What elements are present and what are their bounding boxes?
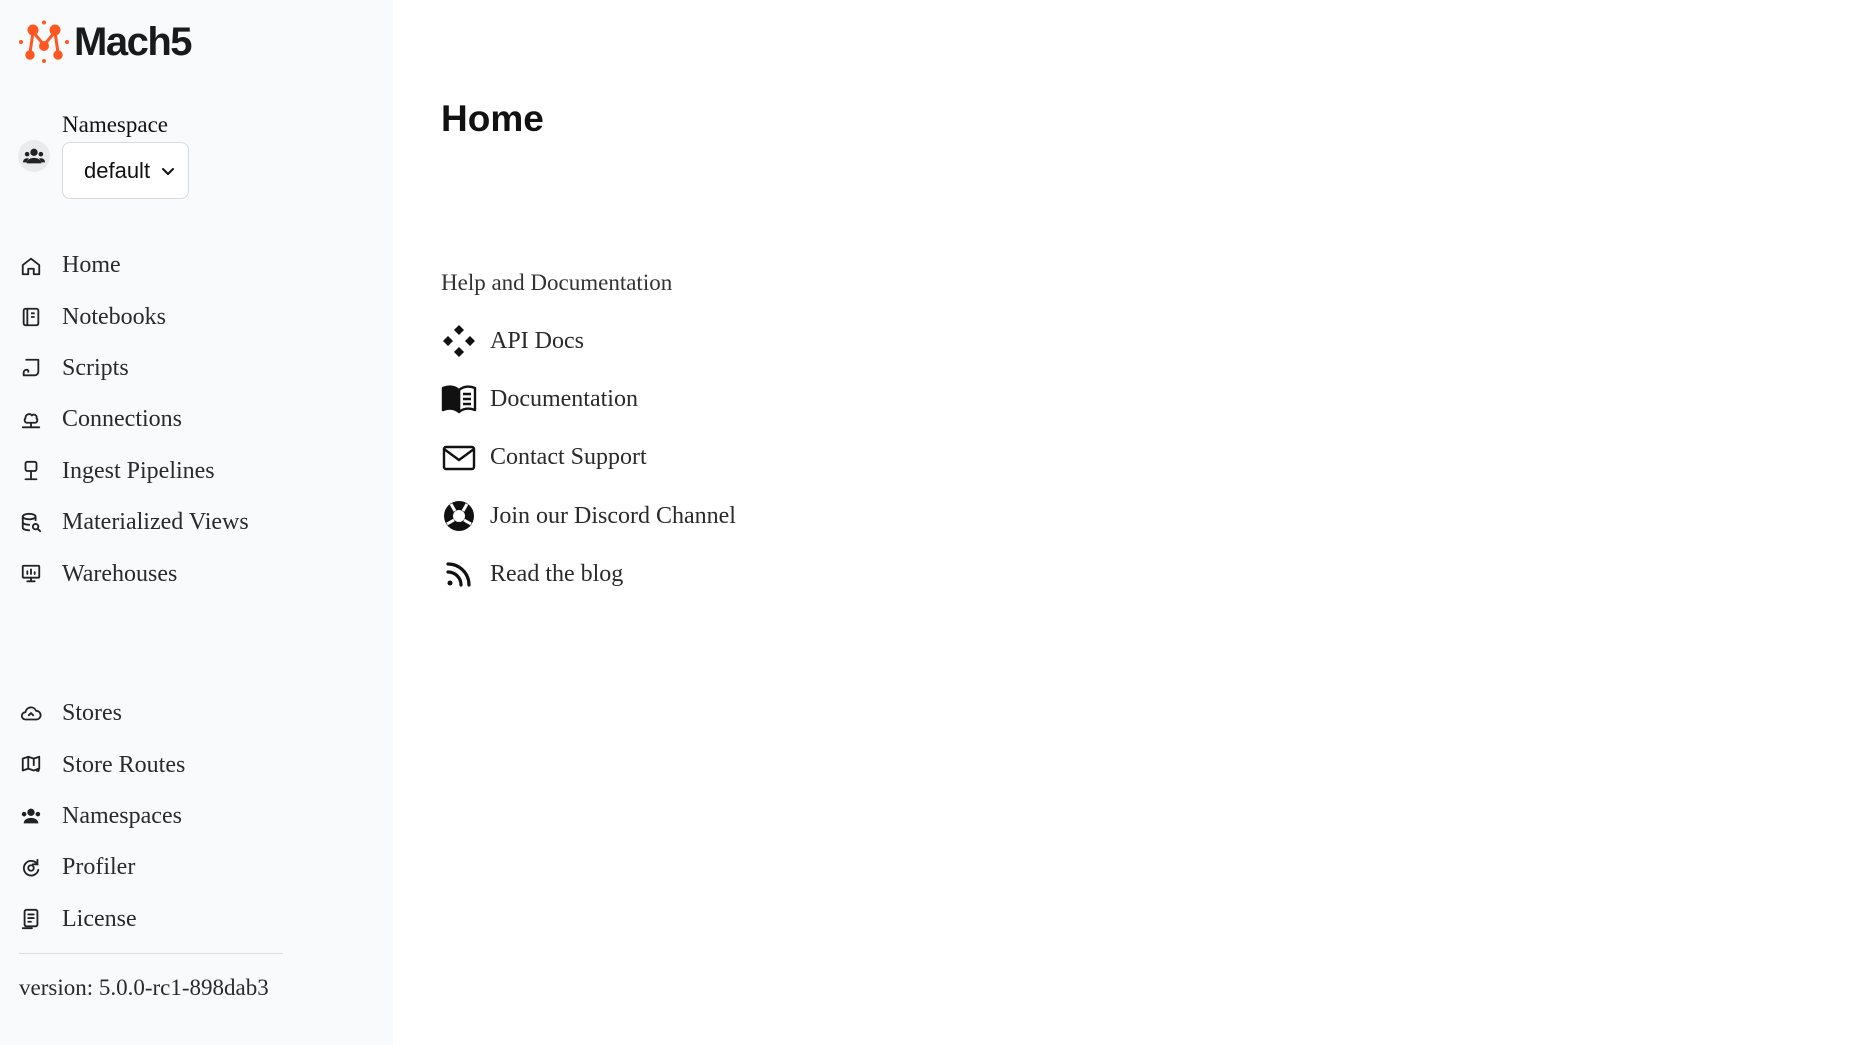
help-link-discord[interactable]: Join our Discord Channel — [441, 487, 736, 545]
pipeline-icon — [18, 458, 44, 484]
help-link-label: API Docs — [490, 327, 584, 354]
namespace-picker: Namespace default — [18, 112, 189, 199]
help-link-contact-support[interactable]: Contact Support — [441, 429, 736, 487]
users-icon — [18, 139, 50, 172]
help-link-label: Join our Discord Channel — [490, 502, 736, 529]
warehouse-icon — [18, 561, 44, 587]
brand-name: Mach5 — [74, 20, 193, 64]
nav-item-license[interactable]: License — [18, 894, 185, 945]
namespace-select[interactable]: default — [62, 142, 189, 199]
nav-item-label: Store Routes — [62, 751, 186, 778]
chevron-down-icon — [162, 167, 174, 175]
help-link-label: Documentation — [490, 385, 638, 412]
namespace-label: Namespace — [62, 112, 168, 137]
mach5-logo-icon — [19, 20, 69, 63]
license-icon — [18, 906, 44, 932]
home-icon — [18, 253, 44, 279]
page-title: Home — [441, 98, 544, 139]
nav-item-materialized-views[interactable]: Materialized Views — [18, 497, 249, 548]
version-text: version: 5.0.0-rc1-898dab3 — [19, 975, 269, 1000]
notebook-icon — [18, 304, 44, 330]
help-link-blog[interactable]: Read the blog — [441, 545, 736, 603]
nav-item-label: Connections — [62, 406, 182, 433]
help-links: API Docs Documentation Contact Support J… — [441, 312, 736, 603]
sidebar: Mach5 Namespace default Home Notebooks S… — [0, 0, 393, 1045]
nav-item-warehouses[interactable]: Warehouses — [18, 548, 249, 599]
nav-item-ingest-pipelines[interactable]: Ingest Pipelines — [18, 446, 249, 497]
rss-icon — [441, 556, 477, 592]
nav-item-label: License — [62, 905, 137, 932]
sidebar-divider — [19, 953, 283, 954]
database-search-icon — [18, 510, 44, 536]
primary-nav: Home Notebooks Scripts Connections Inges… — [18, 240, 249, 600]
script-icon — [18, 355, 44, 381]
nav-item-label: Profiler — [62, 854, 136, 881]
mail-icon — [441, 440, 477, 476]
nav-item-scripts[interactable]: Scripts — [18, 343, 249, 394]
nav-item-label: Materialized Views — [62, 509, 249, 536]
help-link-label: Read the blog — [490, 560, 624, 587]
nav-item-label: Home — [62, 252, 121, 279]
nav-item-notebooks[interactable]: Notebooks — [18, 291, 249, 342]
nav-item-connections[interactable]: Connections — [18, 394, 249, 445]
namespace-select-value: default — [84, 157, 151, 183]
connections-icon — [18, 407, 44, 433]
nav-item-stores[interactable]: Stores — [18, 688, 185, 739]
help-link-api-docs[interactable]: API Docs — [441, 312, 736, 370]
nav-item-label: Notebooks — [62, 303, 166, 330]
nav-item-profiler[interactable]: Profiler — [18, 842, 185, 893]
nav-item-label: Scripts — [62, 354, 129, 381]
users-icon — [18, 803, 44, 829]
nav-item-namespaces[interactable]: Namespaces — [18, 791, 185, 842]
nav-item-label: Stores — [62, 700, 122, 727]
admin-nav: Stores Store Routes Namespaces Profiler … — [18, 688, 185, 945]
lifebuoy-icon — [441, 498, 477, 534]
nav-item-label: Namespaces — [62, 802, 182, 829]
help-heading: Help and Documentation — [441, 270, 673, 295]
nav-item-home[interactable]: Home — [18, 240, 249, 291]
help-link-documentation[interactable]: Documentation — [441, 370, 736, 428]
cloud-icon — [18, 701, 44, 727]
brand-logo[interactable]: Mach5 — [18, 20, 193, 64]
book-icon — [441, 381, 477, 417]
nav-item-label: Ingest Pipelines — [62, 457, 215, 484]
nav-item-label: Warehouses — [62, 560, 178, 587]
nav-item-store-routes[interactable]: Store Routes — [18, 739, 185, 790]
profiler-icon — [18, 855, 44, 881]
help-link-label: Contact Support — [490, 444, 647, 471]
map-icon — [18, 752, 44, 778]
main-content: Home Help and Documentation API Docs Doc… — [441, 0, 1867, 1045]
api-icon — [441, 323, 477, 359]
